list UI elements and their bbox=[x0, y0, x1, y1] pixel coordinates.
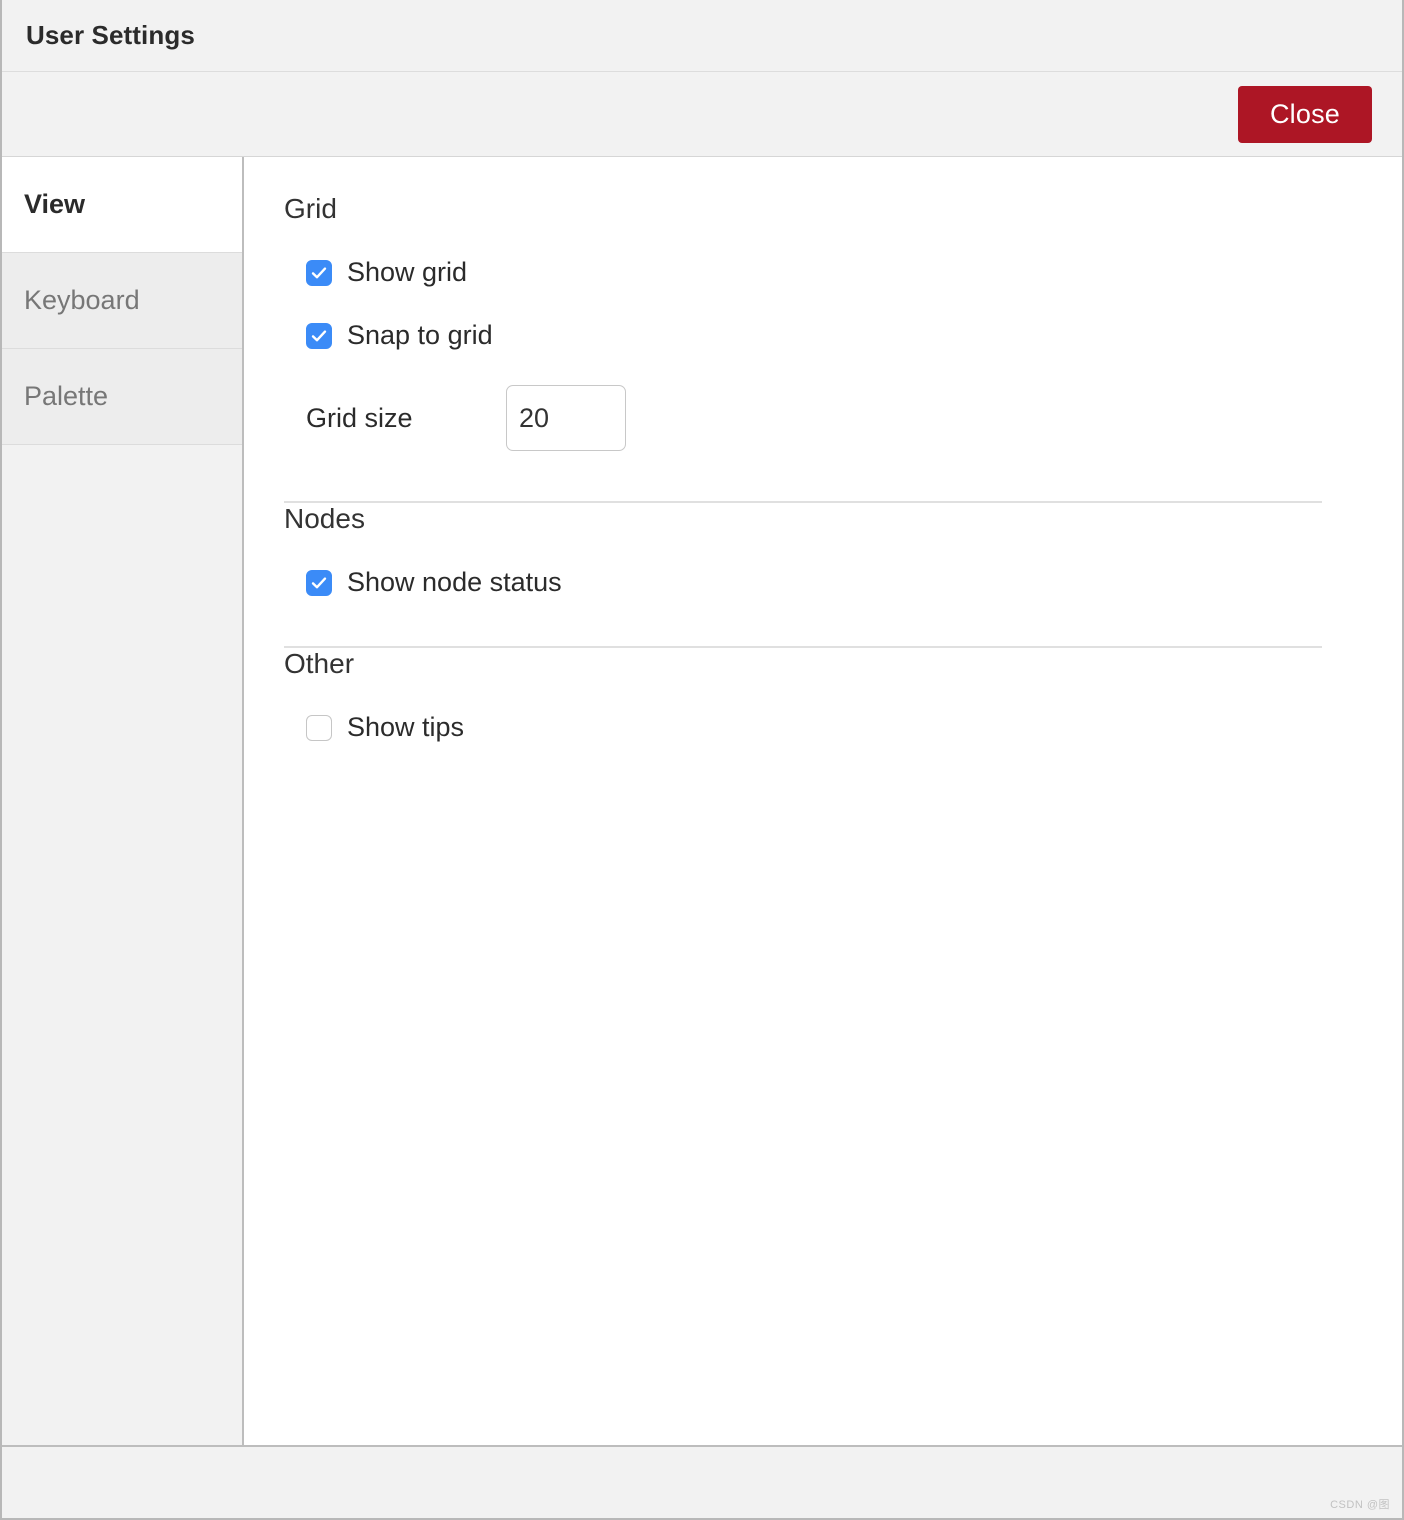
section-other: Other Show tips bbox=[284, 648, 1362, 751]
show-grid-checkbox[interactable] bbox=[306, 260, 332, 286]
check-icon bbox=[310, 574, 328, 592]
dialog-titlebar: User Settings bbox=[2, 0, 1402, 72]
sidebar-item-label: View bbox=[24, 189, 85, 220]
show-tips-label: Show tips bbox=[347, 714, 464, 741]
snap-to-grid-label: Snap to grid bbox=[347, 322, 493, 349]
close-button[interactable]: Close bbox=[1238, 86, 1372, 143]
check-icon bbox=[310, 264, 328, 282]
show-node-status-label: Show node status bbox=[347, 569, 562, 596]
grid-size-label: Grid size bbox=[306, 405, 506, 432]
section-nodes: Nodes Show node status bbox=[284, 503, 1362, 606]
settings-content-view: Grid Show grid Snap to gr bbox=[244, 157, 1402, 1445]
section-heading: Grid bbox=[284, 193, 1362, 225]
sidebar-item-keyboard[interactable]: Keyboard bbox=[2, 253, 242, 349]
sidebar-item-view[interactable]: View bbox=[2, 157, 242, 253]
setting-row-show-grid[interactable]: Show grid bbox=[306, 259, 1362, 286]
section-heading: Nodes bbox=[284, 503, 1362, 535]
user-settings-dialog: User Settings Close View Keyboard Palett… bbox=[0, 0, 1404, 1520]
sidebar-item-label: Keyboard bbox=[24, 285, 140, 316]
snap-to-grid-checkbox[interactable] bbox=[306, 323, 332, 349]
setting-row-snap-to-grid[interactable]: Snap to grid bbox=[306, 322, 1362, 349]
show-node-status-checkbox[interactable] bbox=[306, 570, 332, 596]
dialog-toolbar: Close bbox=[2, 72, 1402, 157]
setting-row-show-node-status[interactable]: Show node status bbox=[306, 569, 1362, 596]
settings-sidebar: View Keyboard Palette bbox=[2, 157, 244, 1445]
watermark: CSDN @图 bbox=[1330, 1496, 1390, 1512]
sidebar-item-label: Palette bbox=[24, 381, 108, 412]
show-grid-label: Show grid bbox=[347, 259, 467, 286]
dialog-footer: CSDN @图 bbox=[2, 1445, 1402, 1518]
grid-size-input[interactable] bbox=[506, 385, 626, 451]
dialog-body: View Keyboard Palette Grid bbox=[2, 157, 1402, 1445]
section-heading: Other bbox=[284, 648, 1362, 680]
sidebar-item-palette[interactable]: Palette bbox=[2, 349, 242, 445]
section-grid: Grid Show grid Snap to gr bbox=[284, 193, 1362, 461]
setting-row-grid-size: Grid size bbox=[306, 385, 1362, 451]
check-icon bbox=[310, 327, 328, 345]
show-tips-checkbox[interactable] bbox=[306, 715, 332, 741]
setting-row-show-tips[interactable]: Show tips bbox=[306, 714, 1362, 741]
sidebar-empty-area bbox=[2, 445, 242, 1445]
page-title: User Settings bbox=[26, 20, 195, 51]
